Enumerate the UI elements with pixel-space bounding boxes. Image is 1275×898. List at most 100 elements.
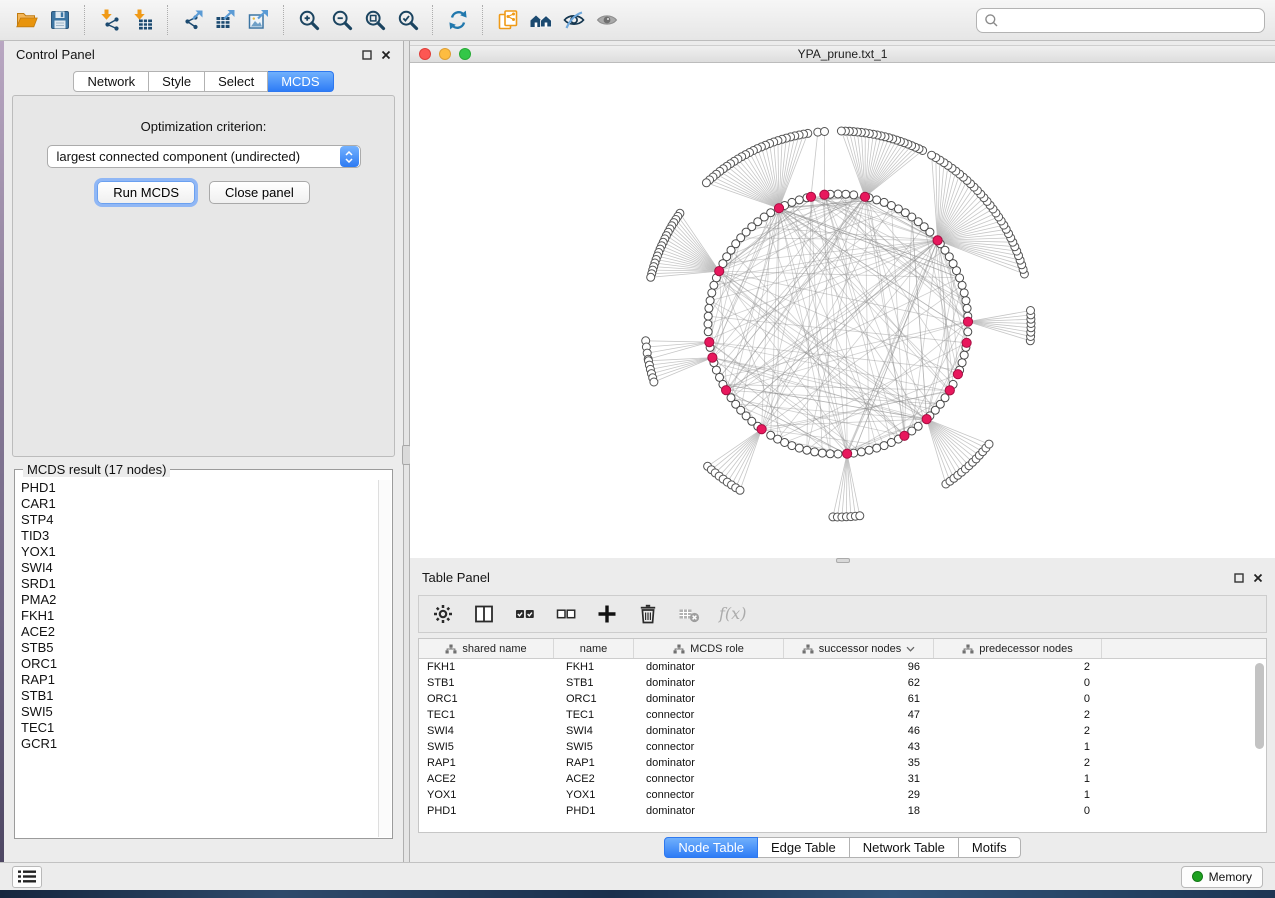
table-row[interactable]: STB1STB1dominator620 (419, 675, 1266, 691)
mcds-node-item[interactable]: SWI5 (16, 704, 378, 720)
mcds-node-item[interactable]: RAP1 (16, 672, 378, 688)
close-panel-icon[interactable] (1253, 573, 1263, 583)
mcds-node-item[interactable]: GCR1 (16, 736, 378, 752)
mcds-node-item[interactable]: SWI4 (16, 560, 378, 576)
table-row[interactable]: ACE2ACE2connector311 (419, 771, 1266, 787)
mcds-node-item[interactable]: STB1 (16, 688, 378, 704)
network-window-titlebar[interactable]: YPA_prune.txt_1 (410, 45, 1275, 63)
mcds-node-item[interactable]: STP4 (16, 512, 378, 528)
cell-predecessor-nodes: 2 (934, 757, 1102, 769)
tab-select[interactable]: Select (205, 71, 268, 92)
close-window-traffic-light[interactable] (419, 48, 431, 60)
zoom-out-button[interactable] (325, 4, 358, 36)
search-input[interactable] (999, 10, 1264, 30)
task-history-button[interactable] (12, 866, 42, 888)
cell-predecessor-nodes: 1 (934, 773, 1102, 785)
mcds-node-item[interactable]: TID3 (16, 528, 378, 544)
table-row[interactable]: YOX1YOX1connector291 (419, 787, 1266, 803)
tab-mcds[interactable]: MCDS (268, 71, 333, 92)
mcds-node-item[interactable]: CAR1 (16, 496, 378, 512)
table-row[interactable]: SWI5SWI5connector431 (419, 739, 1266, 755)
mcds-node-item[interactable]: TEC1 (16, 720, 378, 736)
run-mcds-button[interactable]: Run MCDS (97, 181, 195, 204)
sort-chevron-icon[interactable] (906, 646, 915, 652)
float-panel-icon[interactable] (362, 50, 372, 60)
cell-mcds-role: dominator (634, 677, 784, 689)
table-row[interactable]: FKH1FKH1dominator962 (419, 659, 1266, 675)
select-all-checkboxes-icon[interactable] (513, 602, 537, 626)
clone-network-button[interactable] (491, 4, 524, 36)
first-neighbors-button[interactable] (524, 4, 557, 36)
cell-mcds-role: connector (634, 789, 784, 801)
horizontal-splitter-handle[interactable] (836, 558, 850, 563)
table-scrollbar-thumb[interactable] (1255, 663, 1264, 749)
horizontal-splitter[interactable] (410, 558, 1275, 564)
maximize-window-traffic-light[interactable] (459, 48, 471, 60)
memory-button[interactable]: Memory (1181, 866, 1263, 888)
chevron-up-icon (345, 151, 353, 156)
table-header-row: shared namenameMCDS rolesuccessor nodesp… (419, 639, 1266, 659)
table-tab-edge-table[interactable]: Edge Table (758, 837, 850, 858)
column-header-successor-nodes[interactable]: successor nodes (784, 639, 934, 658)
table-row[interactable]: ORC1ORC1dominator610 (419, 691, 1266, 707)
show-all-button[interactable] (590, 4, 623, 36)
table-options-gear-icon[interactable] (431, 602, 455, 626)
mcds-node-item[interactable]: YOX1 (16, 544, 378, 560)
cell-name: FKH1 (554, 661, 634, 673)
vertical-splitter[interactable] (403, 41, 410, 862)
import-table-icon (131, 8, 155, 32)
cell-mcds-role: connector (634, 709, 784, 721)
tab-network[interactable]: Network (73, 71, 149, 92)
minimize-window-traffic-light[interactable] (439, 48, 451, 60)
network-graph[interactable] (410, 63, 1275, 558)
zoom-in-button[interactable] (292, 4, 325, 36)
mcds-result-title: MCDS result (17 nodes) (23, 462, 170, 477)
import-table-button[interactable] (126, 4, 159, 36)
export-network-button[interactable] (176, 4, 209, 36)
float-panel-icon[interactable] (1234, 573, 1244, 583)
column-header-name[interactable]: name (554, 639, 634, 658)
mcds-node-item[interactable]: ORC1 (16, 656, 378, 672)
table-row[interactable]: RAP1RAP1dominator352 (419, 755, 1266, 771)
mcds-result-list: PHD1CAR1STP4TID3YOX1SWI4SRD1PMA2FKH1ACE2… (16, 480, 378, 837)
search-box[interactable] (976, 8, 1265, 33)
refresh-view-button[interactable] (441, 4, 474, 36)
hide-selected-button[interactable] (557, 4, 590, 36)
table-row[interactable]: SWI4SWI4dominator462 (419, 723, 1266, 739)
table-tab-motifs[interactable]: Motifs (959, 837, 1021, 858)
open-file-button[interactable] (10, 4, 43, 36)
export-image-button[interactable] (242, 4, 275, 36)
zoom-selected-button[interactable] (391, 4, 424, 36)
delete-table-icon[interactable] (636, 602, 660, 626)
close-panel-button[interactable]: Close panel (209, 181, 310, 204)
mcds-list-scrollbar[interactable] (378, 480, 391, 837)
tab-style[interactable]: Style (149, 71, 205, 92)
column-header-predecessor-nodes[interactable]: predecessor nodes (934, 639, 1102, 658)
svg-text:f(x): f(x) (718, 604, 746, 623)
show-columns-icon[interactable] (472, 602, 496, 626)
table-row[interactable]: PHD1PHD1dominator180 (419, 803, 1266, 819)
mcds-node-item[interactable]: PMA2 (16, 592, 378, 608)
mcds-node-item[interactable]: FKH1 (16, 608, 378, 624)
column-header-shared-name[interactable]: shared name (419, 639, 554, 658)
table-tab-node-table[interactable]: Node Table (664, 837, 758, 858)
export-table-button[interactable] (209, 4, 242, 36)
table-tab-network-table[interactable]: Network Table (850, 837, 959, 858)
close-panel-icon[interactable] (381, 50, 391, 60)
deselect-all-checkboxes-icon[interactable] (554, 602, 578, 626)
zoom-fit-button[interactable] (358, 4, 391, 36)
add-entry-icon[interactable] (595, 602, 619, 626)
import-network-button[interactable] (93, 4, 126, 36)
save-session-button[interactable] (43, 4, 76, 36)
mcds-node-item[interactable]: PHD1 (16, 480, 378, 496)
criterion-select[interactable]: largest connected component (undirected) (47, 145, 361, 168)
control-panel-tabs: NetworkStyleSelectMCDS (4, 71, 403, 92)
network-canvas[interactable] (410, 63, 1275, 558)
mcds-node-item[interactable]: STB5 (16, 640, 378, 656)
cell-predecessor-nodes: 1 (934, 741, 1102, 753)
desktop-wallpaper-bottom (0, 890, 1275, 898)
table-row[interactable]: TEC1TEC1connector472 (419, 707, 1266, 723)
column-header-mcds-role[interactable]: MCDS role (634, 639, 784, 658)
mcds-node-item[interactable]: ACE2 (16, 624, 378, 640)
mcds-node-item[interactable]: SRD1 (16, 576, 378, 592)
